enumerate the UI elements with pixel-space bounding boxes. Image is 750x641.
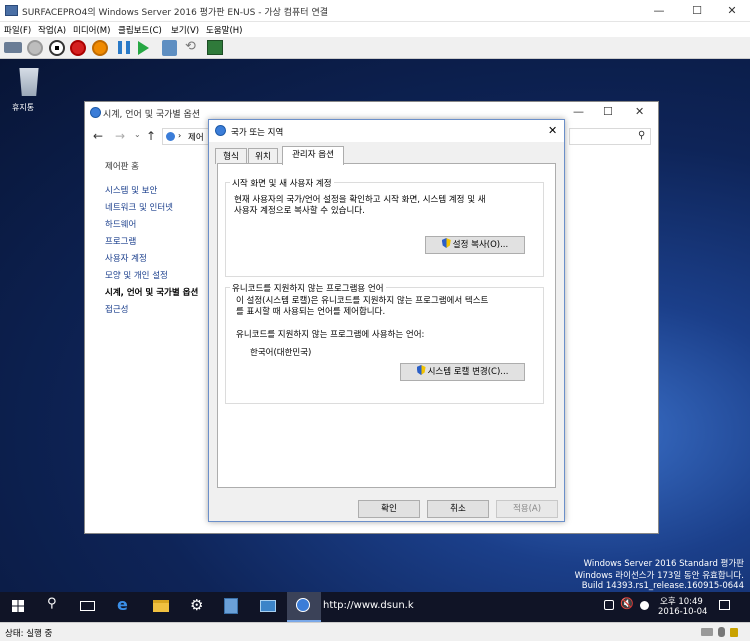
search-box[interactable]: ⚲ bbox=[569, 128, 651, 145]
back-arrow-icon[interactable]: ← bbox=[93, 129, 103, 143]
minimize-button[interactable]: — bbox=[641, 0, 677, 22]
forward-arrow-icon[interactable]: → bbox=[115, 129, 125, 143]
cp-maximize-button[interactable]: ☐ bbox=[603, 105, 613, 118]
cp-link-programs[interactable]: 프로그램 bbox=[105, 235, 136, 247]
start-button-icon[interactable] bbox=[12, 600, 24, 612]
ctrl-alt-del-icon[interactable] bbox=[4, 42, 22, 53]
file-explorer-icon[interactable] bbox=[153, 600, 169, 612]
tab-formats[interactable]: 형식 bbox=[215, 148, 247, 164]
start-icon[interactable] bbox=[27, 40, 43, 56]
power-icon[interactable] bbox=[92, 40, 108, 56]
group-unicode-text-3: 유니코드를 지원하지 않는 프로그램에 사용하는 언어: bbox=[236, 330, 425, 340]
cp-link-network[interactable]: 네트워크 및 인터넷 bbox=[105, 201, 173, 213]
task-view-icon[interactable] bbox=[80, 601, 95, 611]
settings-gear-icon[interactable]: ⚙ bbox=[190, 596, 203, 614]
tab-location[interactable]: 위치 bbox=[248, 148, 278, 164]
lock-icon bbox=[730, 628, 738, 637]
ok-button[interactable]: 확인 bbox=[358, 500, 420, 518]
cp-link-hardware[interactable]: 하드웨어 bbox=[105, 218, 136, 230]
menu-clipboard[interactable]: 클립보드(C) bbox=[118, 24, 162, 36]
apply-button[interactable]: 적용(A) bbox=[496, 500, 558, 518]
menu-help[interactable]: 도움말(H) bbox=[206, 24, 242, 36]
taskbar-time[interactable]: 오후 10:49 bbox=[660, 595, 703, 607]
recycle-bin-label: 휴지통 bbox=[12, 103, 35, 112]
edge-icon[interactable]: e bbox=[117, 595, 128, 614]
vm-connect-icon bbox=[5, 5, 18, 16]
region-dialog: 국가 또는 지역 ✕ 형식 위치 관리자 옵션 시작 화면 및 새 사용자 계정… bbox=[208, 119, 565, 522]
change-locale-label: 시스템 로캘 변경(C)... bbox=[427, 367, 509, 377]
search-taskbar-icon[interactable]: ⚲ bbox=[47, 596, 57, 611]
checkpoint-icon[interactable] bbox=[162, 40, 177, 56]
group-unicode-label: 유니코드를 지원하지 않는 프로그램용 언어 bbox=[230, 282, 386, 294]
cp-link-clock-region[interactable]: 시계, 언어 및 국가별 옵션 bbox=[105, 286, 198, 298]
shutdown-icon[interactable] bbox=[70, 40, 86, 56]
resume-icon[interactable] bbox=[138, 41, 149, 55]
uac-shield-icon bbox=[441, 238, 451, 248]
watermark-build: Build 14393.rs1_release.160915-0644 bbox=[581, 581, 744, 591]
url-overlay: http://www.dsun.k bbox=[323, 600, 414, 611]
change-locale-button[interactable]: 시스템 로캘 변경(C)... bbox=[400, 363, 525, 381]
toolbar: ⟲ bbox=[0, 37, 750, 59]
menu-file[interactable]: 파일(F) bbox=[4, 24, 31, 36]
current-locale: 한국어(대한민국) bbox=[250, 348, 312, 358]
turn-off-icon[interactable] bbox=[49, 40, 65, 56]
title-bar: SURFACEPRO4의 Windows Server 2016 평가판 EN-… bbox=[0, 0, 750, 22]
address-bar[interactable]: › 제어 bbox=[162, 128, 210, 145]
menu-media[interactable]: 미디어(M) bbox=[73, 24, 110, 36]
group-unicode-text-1: 이 설정(시스템 로캘)은 유니코드를 지원하지 않는 프로그램에서 텍스트 bbox=[236, 296, 489, 306]
region-globe-icon bbox=[215, 125, 226, 136]
cp-link-system-security[interactable]: 시스템 및 보안 bbox=[105, 184, 157, 196]
up-arrow-icon[interactable]: ↑ bbox=[146, 129, 156, 143]
region-taskbar-icon bbox=[296, 598, 310, 612]
status-text: 상태: 실행 중 bbox=[5, 629, 53, 639]
uac-shield-icon bbox=[416, 365, 426, 375]
menu-action[interactable]: 작업(A) bbox=[38, 24, 66, 36]
cp-link-accessibility[interactable]: 접근성 bbox=[105, 303, 128, 315]
tab-panel: 시작 화면 및 새 사용자 계정 현재 사용자의 국가/언어 설정을 확인하고 … bbox=[217, 163, 556, 488]
address-separator-icon: › bbox=[178, 131, 182, 140]
pause-icon[interactable] bbox=[118, 41, 130, 54]
group-welcome-text-1: 현재 사용자의 국가/언어 설정을 확인하고 시작 화면, 시스템 계정 및 새 bbox=[234, 195, 486, 205]
tab-administrative[interactable]: 관리자 옵션 bbox=[282, 146, 344, 165]
computer-management-icon[interactable] bbox=[260, 600, 276, 612]
clock-icon bbox=[90, 107, 101, 118]
status-bar: 상태: 실행 중 bbox=[0, 622, 750, 641]
dialog-close-icon[interactable]: ✕ bbox=[548, 124, 557, 137]
watermark-edition: Windows Server 2016 Standard 평가판 bbox=[583, 559, 744, 569]
control-panel-title: 시계, 언어 및 국가별 옵션 bbox=[103, 110, 201, 120]
copy-settings-label: 설정 복사(O)... bbox=[452, 240, 509, 250]
dialog-title: 국가 또는 지역 bbox=[231, 128, 284, 138]
address-cp-icon bbox=[166, 132, 175, 141]
taskbar-date[interactable]: 2016-10-04 bbox=[658, 607, 707, 617]
menu-bar: 파일(F) 작업(A) 미디어(M) 클립보드(C) 보기(V) 도움말(H) bbox=[0, 22, 750, 37]
keyboard-icon bbox=[701, 628, 713, 636]
search-icon: ⚲ bbox=[638, 130, 646, 141]
cp-link-user-accounts[interactable]: 사용자 계정 bbox=[105, 252, 147, 264]
menu-view[interactable]: 보기(V) bbox=[171, 24, 199, 36]
maximize-button[interactable]: ☐ bbox=[679, 0, 715, 22]
group-unicode-text-2: 를 표시할 때 사용되는 언어를 제어합니다. bbox=[236, 307, 386, 317]
action-center-icon[interactable] bbox=[719, 600, 730, 610]
notification-badge-icon[interactable] bbox=[640, 601, 649, 610]
enhanced-session-icon[interactable] bbox=[207, 40, 223, 55]
window-title: SURFACEPRO4의 Windows Server 2016 평가판 EN-… bbox=[22, 8, 328, 18]
cp-close-button[interactable]: ✕ bbox=[635, 105, 644, 118]
watermark-license: Windows 라이선스가 173일 동안 유효합니다. bbox=[574, 571, 744, 581]
recent-chevron-icon[interactable]: ⌄ bbox=[134, 130, 141, 139]
group-welcome-label: 시작 화면 및 새 사용자 계정 bbox=[230, 177, 334, 189]
close-button[interactable]: ✕ bbox=[714, 0, 750, 22]
address-text: 제어 bbox=[188, 133, 204, 143]
dialog-header: 국가 또는 지역 ✕ bbox=[209, 120, 564, 142]
copy-settings-button[interactable]: 설정 복사(O)... bbox=[425, 236, 525, 254]
server-manager-icon[interactable] bbox=[224, 598, 238, 614]
cp-minimize-button[interactable]: — bbox=[573, 105, 584, 118]
cancel-button[interactable]: 취소 bbox=[427, 500, 489, 518]
people-icon[interactable] bbox=[604, 600, 614, 610]
volume-muted-icon[interactable]: 🔇 bbox=[620, 597, 634, 610]
group-welcome-text-2: 사용자 계정으로 복사할 수 있습니다. bbox=[234, 206, 365, 216]
cp-link-home[interactable]: 제어판 홈 bbox=[105, 160, 139, 172]
revert-icon[interactable]: ⟲ bbox=[185, 39, 196, 54]
cp-link-appearance[interactable]: 모양 및 개인 설정 bbox=[105, 269, 168, 281]
mouse-icon bbox=[718, 627, 725, 637]
